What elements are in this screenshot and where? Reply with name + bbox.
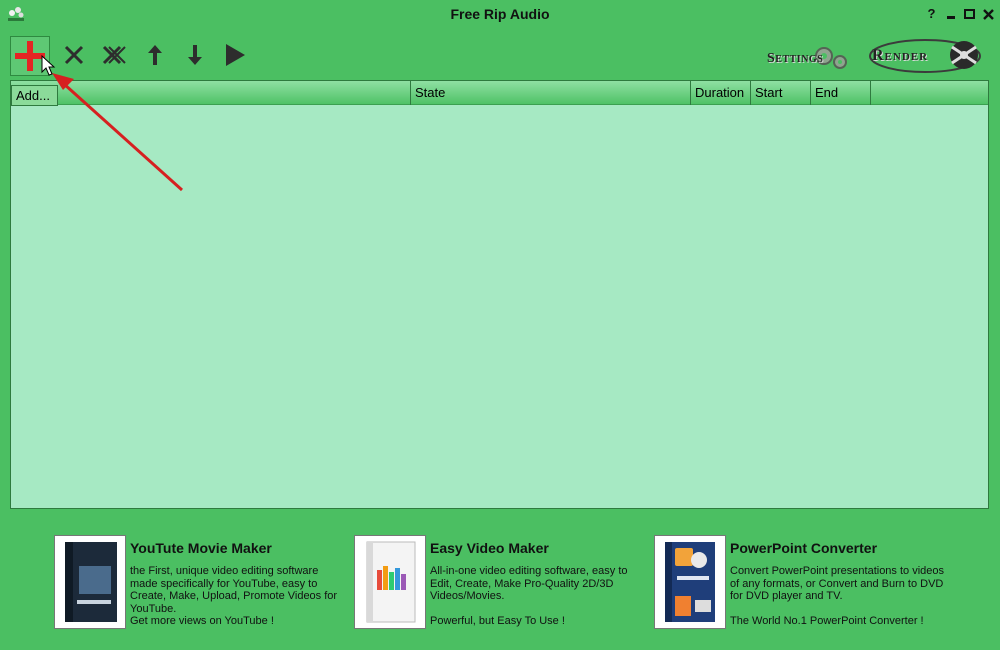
- promo-title[interactable]: Easy Video Maker: [430, 540, 549, 556]
- settings-button[interactable]: Settings: [764, 44, 852, 72]
- move-up-button[interactable]: [137, 36, 173, 74]
- column-header-end[interactable]: End: [810, 81, 870, 105]
- plus-icon: [15, 41, 45, 71]
- move-down-button[interactable]: [177, 36, 213, 74]
- maximize-button[interactable]: [962, 6, 977, 22]
- close-button[interactable]: [981, 6, 996, 22]
- list-header: State Duration Start End: [11, 81, 988, 105]
- maximize-icon: [964, 9, 975, 19]
- help-button[interactable]: ?: [924, 6, 939, 22]
- promo-easy-video-maker[interactable]: Easy Video Maker All-in-one video editin…: [354, 535, 644, 630]
- column-header-state[interactable]: State: [410, 81, 690, 105]
- column-header-duration[interactable]: Duration: [690, 81, 750, 105]
- window-title: Free Rip Audio: [450, 6, 550, 22]
- file-list[interactable]: State Duration Start End Add...: [10, 80, 989, 509]
- remove-x-icon: [64, 45, 84, 65]
- add-file-button[interactable]: [10, 36, 50, 76]
- play-button[interactable]: [217, 36, 253, 74]
- render-label: Render: [872, 47, 929, 64]
- play-icon: [226, 44, 245, 66]
- settings-label: Settings: [767, 51, 824, 66]
- product-box-image[interactable]: [54, 535, 126, 629]
- close-icon: [983, 9, 994, 20]
- promo-title[interactable]: PowerPoint Converter: [730, 540, 877, 556]
- column-divider: [870, 81, 871, 105]
- remove-button[interactable]: [56, 36, 92, 74]
- render-button[interactable]: Render: [868, 37, 983, 75]
- product-box-image[interactable]: [354, 535, 426, 629]
- title-bar: Free Rip Audio ?: [0, 0, 1000, 30]
- arrow-up-icon: [148, 45, 162, 65]
- promo-youtube-movie-maker[interactable]: YouTute Movie Maker the First, unique vi…: [54, 535, 344, 630]
- promo-description: Convert PowerPoint presentations to vide…: [730, 565, 945, 628]
- promo-bar: YouTute Movie Maker the First, unique vi…: [0, 530, 1000, 630]
- add-list-button[interactable]: Add...: [11, 85, 58, 106]
- arrow-down-icon: [188, 45, 202, 65]
- promo-powerpoint-converter[interactable]: PowerPoint Converter Convert PowerPoint …: [654, 535, 944, 630]
- promo-title[interactable]: YouTute Movie Maker: [130, 540, 272, 556]
- column-header-start[interactable]: Start: [750, 81, 810, 105]
- promo-description: All-in-one video editing software, easy …: [430, 565, 628, 628]
- product-box-image[interactable]: [654, 535, 726, 629]
- minimize-icon: [946, 16, 955, 19]
- remove-all-x-icon: [102, 45, 126, 65]
- remove-all-button[interactable]: [96, 36, 132, 74]
- promo-description: the First, unique video editing software…: [130, 565, 338, 628]
- minimize-button[interactable]: [943, 6, 958, 22]
